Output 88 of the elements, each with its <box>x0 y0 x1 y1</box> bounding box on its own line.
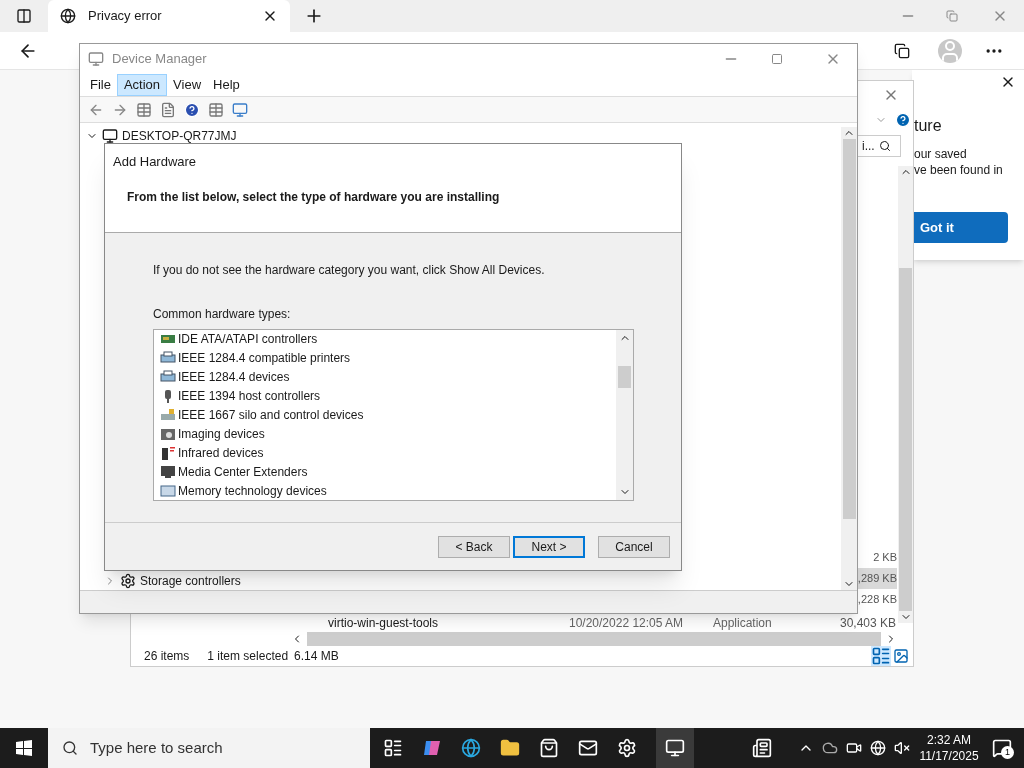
dialog-button[interactable]: Next > <box>513 535 585 558</box>
preview-view-icon[interactable] <box>893 648 909 664</box>
file-row[interactable]: 2 KB <box>857 547 897 568</box>
search-icon <box>62 740 78 756</box>
popup-text: ve been found in <box>914 162 1003 178</box>
volume-muted-icon[interactable] <box>894 740 910 756</box>
device-icon <box>160 482 176 499</box>
notification-count: 1 <box>1001 746 1014 759</box>
scrollbar-thumb[interactable] <box>307 632 881 646</box>
tree-item[interactable]: Storage controllers <box>140 572 241 590</box>
file-row[interactable]: virtio-win-guest-tools 10/20/2022 12:05 AM Application 30,403 KB <box>131 613 897 632</box>
page-icon <box>60 8 76 24</box>
device-icon <box>160 407 176 423</box>
menu-item[interactable]: Help <box>207 73 246 96</box>
list-item[interactable]: Memory technology devices <box>160 481 616 500</box>
scrollbar-thumb[interactable] <box>899 268 912 611</box>
browser-tab[interactable]: Privacy error <box>48 0 290 32</box>
help-icon[interactable] <box>184 101 200 118</box>
assistant-icon[interactable] <box>422 738 442 758</box>
list-item[interactable]: IEEE 1394 host controllers <box>160 386 616 406</box>
menu-item[interactable]: Action <box>116 73 168 96</box>
details-view-icon[interactable] <box>871 646 891 666</box>
tab-actions-icon[interactable] <box>16 8 32 24</box>
file-type: Application <box>713 614 772 632</box>
file-date: 10/20/2022 12:05 AM <box>569 614 685 632</box>
camera-icon[interactable] <box>846 740 862 756</box>
browser-icon[interactable] <box>461 738 481 758</box>
help-icon[interactable] <box>895 112 911 128</box>
mail-icon[interactable] <box>578 738 598 758</box>
list-item[interactable]: IDE ATA/ATAPI controllers <box>160 330 616 349</box>
vertical-scrollbar[interactable] <box>841 127 857 590</box>
popup-heading: ture <box>914 116 942 136</box>
dialog-button[interactable]: Cancel <box>598 535 670 558</box>
dialog-button[interactable]: < Back <box>438 535 510 558</box>
clock-time[interactable]: 2:32 AM <box>927 732 971 748</box>
list-item[interactable]: IEEE 1667 silo and control devices <box>160 405 616 425</box>
list-label: Common hardware types: <box>152 306 292 323</box>
task-view-icon[interactable] <box>383 738 403 758</box>
device-icon <box>160 444 176 461</box>
folder-icon[interactable] <box>500 738 520 758</box>
search-icon <box>878 140 891 152</box>
list-item[interactable]: Media Center Extenders <box>160 462 616 482</box>
windows-logo-icon[interactable] <box>16 740 32 756</box>
dialog-heading: From the list below, select the type of hardware you are installing <box>126 188 501 206</box>
window-title: Device Manager <box>112 49 208 68</box>
scan-icon[interactable] <box>232 101 248 118</box>
file-size: 30,403 KB <box>839 614 897 632</box>
maximize-icon[interactable] <box>771 52 783 65</box>
file-row[interactable]: ,228 KB <box>857 589 897 610</box>
menu-item[interactable]: File <box>84 73 117 96</box>
list-item[interactable]: IEEE 1284.4 devices <box>160 367 616 387</box>
collections-icon[interactable] <box>894 42 910 59</box>
scrollbar-thumb[interactable] <box>842 139 856 519</box>
settings-icon[interactable] <box>617 738 637 758</box>
file-name: virtio-win-guest-tools <box>328 614 440 632</box>
computer-icon <box>102 128 118 144</box>
vertical-scrollbar[interactable] <box>616 330 633 500</box>
store-icon[interactable] <box>539 738 559 758</box>
got-it-button[interactable]: Got it <box>912 212 1008 243</box>
list-item[interactable]: IEEE 1284.4 compatible printers <box>160 348 616 368</box>
device-manager-icon <box>88 50 104 67</box>
view-icon[interactable] <box>208 101 224 118</box>
instruction-text: If you do not see the hardware category you want, click Show All Devices. <box>152 262 546 279</box>
properties-icon[interactable] <box>160 101 176 118</box>
device-manager-icon[interactable] <box>665 738 685 758</box>
list-item[interactable]: Infrared devices <box>160 443 616 463</box>
news-icon[interactable] <box>752 738 772 758</box>
storage-icon <box>120 573 136 589</box>
notifications-icon[interactable] <box>992 738 1012 758</box>
dialog-title: Add Hardware <box>112 153 198 171</box>
status-text: 26 items <box>144 648 190 665</box>
tree-view-icon[interactable] <box>136 101 152 118</box>
popup-text: our saved <box>914 146 968 162</box>
search-field[interactable]: Type here to search <box>48 728 370 768</box>
tree-item[interactable]: DESKTOP-QR77JMJ <box>122 127 237 145</box>
clock-date[interactable]: 11/17/2025 <box>919 748 979 764</box>
file-row[interactable]: ,289 KB <box>857 568 897 589</box>
status-text: 1 item selected <box>207 648 289 665</box>
cloud-icon[interactable] <box>822 740 838 756</box>
status-text: 6.14 MB <box>294 648 339 665</box>
list-item[interactable]: Imaging devices <box>160 424 616 444</box>
network-icon[interactable] <box>870 740 886 756</box>
scrollbar-thumb[interactable] <box>618 366 631 388</box>
restore-icon[interactable] <box>946 10 958 22</box>
tab-title: Privacy error <box>88 7 163 26</box>
menu-item[interactable]: View <box>167 73 208 96</box>
device-icon <box>160 463 176 480</box>
vertical-scrollbar[interactable] <box>898 166 913 623</box>
